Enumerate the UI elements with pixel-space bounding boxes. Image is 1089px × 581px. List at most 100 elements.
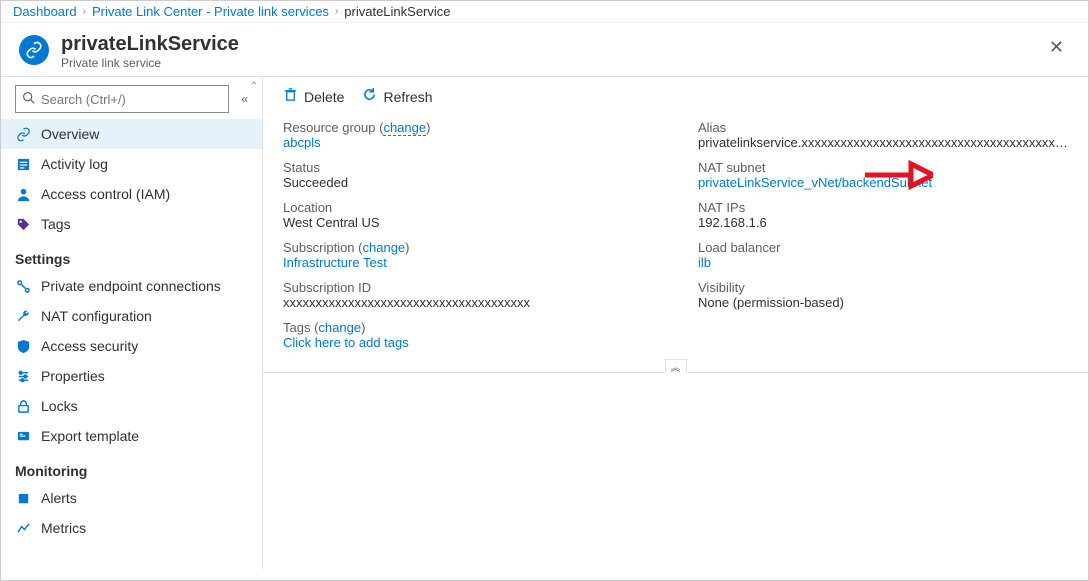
visibility-value: None (permission-based) bbox=[698, 295, 1068, 310]
field-alias: Alias privatelinkservice.xxxxxxxxxxxxxxx… bbox=[698, 120, 1068, 150]
breadcrumb-item-current: privateLinkService bbox=[344, 4, 450, 19]
toolbar: Delete Refresh bbox=[263, 77, 1088, 116]
nat-subnet-value[interactable]: privateLinkService_vNet/backendSubnet bbox=[698, 175, 1068, 190]
wrench-icon bbox=[15, 309, 31, 324]
sidebar-item-label: Private endpoint connections bbox=[41, 278, 221, 294]
sidebar-search[interactable] bbox=[15, 85, 229, 113]
sidebar-item-nat-config[interactable]: NAT configuration bbox=[1, 301, 262, 331]
trash-icon bbox=[283, 87, 298, 106]
tag-icon bbox=[15, 217, 31, 232]
sidebar-item-overview[interactable]: Overview bbox=[1, 119, 262, 149]
field-nat-ips: NAT IPs 192.168.1.6 bbox=[698, 200, 1068, 230]
sidebar: ⌃ « Overview Activity log bbox=[1, 77, 263, 569]
sidebar-item-locks[interactable]: Locks bbox=[1, 391, 262, 421]
sidebar-item-label: Tags bbox=[41, 216, 71, 232]
field-nat-subnet: NAT subnet privateLinkService_vNet/backe… bbox=[698, 160, 1068, 190]
page-header: privateLinkService Private link service … bbox=[1, 23, 1088, 76]
person-icon bbox=[15, 187, 31, 202]
subscription-value[interactable]: Infrastructure Test bbox=[283, 255, 698, 270]
close-button[interactable]: ✕ bbox=[1041, 33, 1072, 62]
refresh-icon bbox=[362, 87, 377, 106]
status-label: Status bbox=[283, 160, 698, 175]
chevron-up-icon: ︽ bbox=[671, 359, 681, 374]
sidebar-item-label: Locks bbox=[41, 398, 78, 414]
field-resource-group: Resource group (change) abcpls bbox=[283, 120, 698, 150]
nat-ips-label: NAT IPs bbox=[698, 200, 1068, 215]
export-icon bbox=[15, 429, 31, 444]
sidebar-item-label: Export template bbox=[41, 428, 139, 444]
subscription-label: Subscription bbox=[283, 240, 355, 255]
subscription-id-value: xxxxxxxxxxxxxxxxxxxxxxxxxxxxxxxxxxxxxx bbox=[283, 295, 698, 310]
delete-label: Delete bbox=[304, 89, 344, 105]
tags-value[interactable]: Click here to add tags bbox=[283, 335, 698, 350]
search-input[interactable] bbox=[41, 92, 222, 107]
tags-label: Tags bbox=[283, 320, 310, 335]
sidebar-item-label: Alerts bbox=[41, 490, 77, 506]
chevron-right-icon: › bbox=[335, 6, 338, 17]
sidebar-item-access-security[interactable]: Access security bbox=[1, 331, 262, 361]
connections-icon bbox=[15, 279, 31, 294]
page-subtitle: Private link service bbox=[61, 56, 239, 70]
page-title: privateLinkService bbox=[61, 33, 239, 56]
sidebar-item-access-control[interactable]: Access control (IAM) bbox=[1, 179, 262, 209]
sidebar-item-alerts[interactable]: Alerts bbox=[1, 483, 262, 513]
field-tags: Tags (change) Click here to add tags bbox=[283, 320, 698, 350]
delete-button[interactable]: Delete bbox=[283, 87, 344, 106]
tags-change-link[interactable]: change bbox=[318, 320, 361, 335]
visibility-label: Visibility bbox=[698, 280, 1068, 295]
chevron-right-icon: › bbox=[83, 6, 86, 17]
breadcrumb: Dashboard › Private Link Center - Privat… bbox=[1, 1, 1088, 23]
metrics-icon bbox=[15, 521, 31, 536]
field-load-balancer: Load balancer ilb bbox=[698, 240, 1068, 270]
nat-ips-value: 192.168.1.6 bbox=[698, 215, 1068, 230]
alias-value: privatelinkservice.xxxxxxxxxxxxxxxxxxxxx… bbox=[698, 135, 1068, 150]
sidebar-item-label: Access security bbox=[41, 338, 138, 354]
sidebar-item-label: Properties bbox=[41, 368, 105, 384]
location-label: Location bbox=[283, 200, 698, 215]
field-visibility: Visibility None (permission-based) bbox=[698, 280, 1068, 310]
sidebar-item-pe-connections[interactable]: Private endpoint connections bbox=[1, 271, 262, 301]
resource-group-change-link[interactable]: change bbox=[383, 120, 426, 136]
subscription-id-label: Subscription ID bbox=[283, 280, 698, 295]
sidebar-item-metrics[interactable]: Metrics bbox=[1, 513, 262, 543]
breadcrumb-item-dashboard[interactable]: Dashboard bbox=[13, 4, 77, 19]
status-value: Succeeded bbox=[283, 175, 698, 190]
shield-icon bbox=[15, 339, 31, 354]
field-location: Location West Central US bbox=[283, 200, 698, 230]
sidebar-item-properties[interactable]: Properties bbox=[1, 361, 262, 391]
resource-group-value[interactable]: abcpls bbox=[283, 135, 698, 150]
scroll-up-icon: ⌃ bbox=[250, 81, 258, 92]
link-icon bbox=[15, 127, 31, 142]
collapse-essentials-button[interactable]: ︽ bbox=[665, 359, 687, 373]
refresh-label: Refresh bbox=[383, 89, 432, 105]
sidebar-item-label: Access control (IAM) bbox=[41, 186, 170, 202]
load-balancer-value[interactable]: ilb bbox=[698, 255, 1068, 270]
load-balancer-label: Load balancer bbox=[698, 240, 1068, 255]
nat-subnet-label: NAT subnet bbox=[698, 160, 1068, 175]
log-icon bbox=[15, 157, 31, 172]
field-subscription: Subscription (change) Infrastructure Tes… bbox=[283, 240, 698, 270]
essentials-panel: Resource group (change) abcpls Status Su… bbox=[263, 116, 1088, 373]
sidebar-item-label: Overview bbox=[41, 126, 99, 142]
breadcrumb-item-pl-center[interactable]: Private Link Center - Private link servi… bbox=[92, 4, 329, 19]
sidebar-item-label: Metrics bbox=[41, 520, 86, 536]
refresh-button[interactable]: Refresh bbox=[362, 87, 432, 106]
alert-icon bbox=[15, 491, 31, 506]
search-icon bbox=[22, 91, 35, 107]
main-content: Delete Refresh bbox=[263, 77, 1088, 569]
field-status: Status Succeeded bbox=[283, 160, 698, 190]
properties-icon bbox=[15, 369, 31, 384]
sidebar-header-monitoring: Monitoring bbox=[1, 451, 262, 483]
sidebar-item-activity-log[interactable]: Activity log bbox=[1, 149, 262, 179]
sidebar-item-label: NAT configuration bbox=[41, 308, 152, 324]
subscription-change-link[interactable]: change bbox=[363, 240, 406, 255]
sidebar-item-tags[interactable]: Tags bbox=[1, 209, 262, 239]
lock-icon bbox=[15, 399, 31, 414]
resource-group-label: Resource group bbox=[283, 120, 376, 135]
resource-link-icon bbox=[19, 35, 49, 65]
sidebar-item-export-template[interactable]: Export template bbox=[1, 421, 262, 451]
field-subscription-id: Subscription ID xxxxxxxxxxxxxxxxxxxxxxxx… bbox=[283, 280, 698, 310]
location-value: West Central US bbox=[283, 215, 698, 230]
alias-label: Alias bbox=[698, 120, 1068, 135]
collapse-sidebar-button[interactable]: « bbox=[237, 90, 252, 108]
